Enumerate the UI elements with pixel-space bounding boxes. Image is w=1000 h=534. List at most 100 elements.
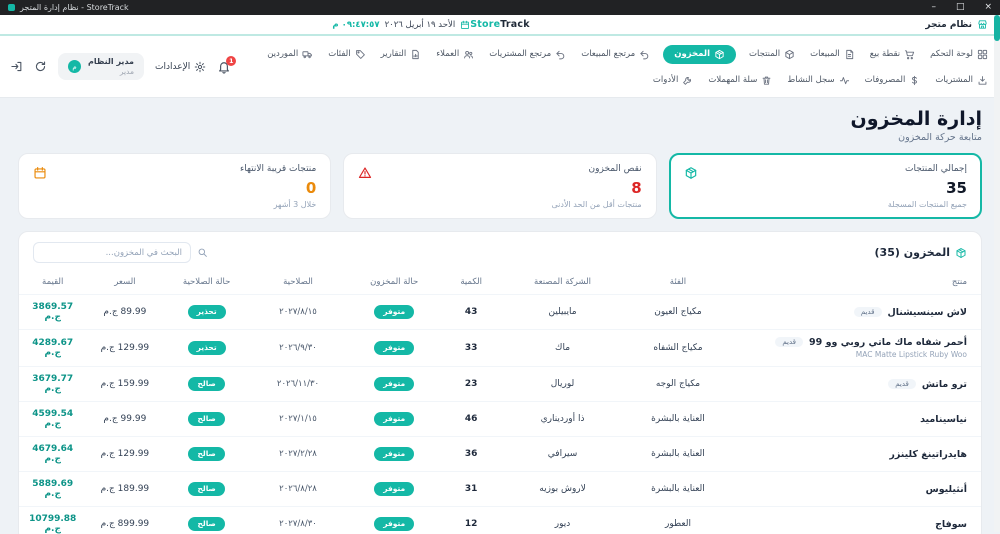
card-value: 0 [240,179,316,197]
nav-item-products[interactable]: المنتجات [747,46,797,63]
nav-item-purchases[interactable]: المشتريات [933,72,990,89]
column-header: القيمة [19,271,86,295]
table-row[interactable]: لاش سينسيشنالقديممكياج العيونمايبيلين43م… [19,295,981,330]
gear-icon [194,61,206,73]
column-header: حالة المخزون [346,271,442,295]
table-row[interactable]: أحمر شفاه ماك ماتي روبي وو 99قديمMAC Mat… [19,330,981,367]
nav-item-returns[interactable]: مرتجع المشتريات [487,46,568,63]
product-name: ترو ماتش [922,379,967,390]
stock-status-badge: متوفر [374,517,414,532]
table-row[interactable]: ترو ماتشقديممكياج الوجهلوريال23متوفر٢٠٢٦… [19,367,981,402]
avatar: م [68,60,81,73]
card-subtitle: خلال 3 أشهر [240,200,316,209]
old-badge: قديم [888,379,916,389]
nav-item-activity[interactable]: سجل النشاط [785,72,851,89]
app-favicon-icon [8,4,15,11]
scrollbar[interactable] [994,15,1000,532]
nav-row-2: المشتريات المصروفات سجل النشاط سلة المهملات… [238,67,990,93]
table-row[interactable]: هايدراتينغ كلينزرالعناية بالبشرةسيرافي36… [19,437,981,472]
expiry-status-badge: تحذير [188,341,226,356]
nav-item-reports[interactable]: التقارير [379,46,424,63]
package-icon [955,247,967,259]
system-label: نظام متجر [925,20,972,30]
activity-icon [839,75,850,86]
products-icon [784,49,795,60]
quantity-cell: 23 [442,367,500,402]
header-date: الأحد ١٩ أبريل ٢٠٢٦ [385,20,456,30]
column-header: الشركة المصنعة [500,271,625,295]
expiry-status-badge: صالح [188,517,224,532]
nav-item-dashboard[interactable]: لوحة التحكم [928,46,990,63]
stock-status-badge: متوفر [374,482,414,497]
page-subtitle: متابعة حركة المخزون [18,132,982,143]
stat-card-near-expiry[interactable]: منتجات قريبة الانتهاء 0 خلال 3 أشهر [18,153,331,219]
manufacturer-cell: لوريال [500,367,625,402]
table-row[interactable]: نياسيناميدالعناية بالبشرةذا أورديناري46م… [19,402,981,437]
nav-item-suppliers[interactable]: الموردين [265,46,315,63]
product-name: أحمر شفاه ماك ماتي روبي وو 99 [809,337,967,348]
logout-icon[interactable] [10,60,23,73]
minimize-button[interactable]: – [931,3,936,12]
table-row[interactable]: سوفاجالعطورديور12متوفر٢٠٢٧/٨/٣٠صالح899.9… [19,507,981,534]
reports-icon [410,49,421,60]
table-row[interactable]: أنثيليوسالعناية بالبشرةلاروش بوزيه31متوف… [19,472,981,507]
inventory-card: المخزون (35) منتجالفئةالشركة المصنعةالكم… [18,231,982,534]
nav-item-expenses[interactable]: المصروفات [863,72,923,89]
expiry-cell: ٢٠٢٧/٨/١٥ [250,295,346,330]
close-button[interactable]: × [984,3,992,12]
scrollbar-thumb[interactable] [994,15,1000,41]
nav-actions: مدير النظام مدير م الإعدادات 1 [10,36,231,97]
search-input[interactable] [33,242,191,263]
nav-item-categories[interactable]: الفئات [326,46,367,63]
main-nav: لوحة التحكم نقطة بيع المبيعات المنتجات المخز… [0,36,1000,98]
calendar-icon [460,20,470,30]
returns-icon [639,49,650,60]
value-cell: 3869.57 ج.م [19,295,86,330]
brand-logo: StoreTrack [470,19,530,30]
column-header: الكمية [442,271,500,295]
expiry-status-badge: صالح [188,447,224,462]
value-cell: 10799.88 ج.م [19,507,86,534]
settings-label: الإعدادات [155,62,190,72]
inventory-icon [684,166,698,180]
maximize-button[interactable]: □ [956,3,965,12]
nav-row-1: لوحة التحكم نقطة بيع المبيعات المنتجات المخز… [238,41,990,67]
product-name: لاش سينسيشنال [888,307,968,318]
sales-icon [844,49,855,60]
stock-status-badge: متوفر [374,341,414,356]
price-cell: 129.99 ج.م [86,437,163,472]
notifications-button[interactable]: 1 [217,60,231,74]
manufacturer-cell: لاروش بوزيه [500,472,625,507]
stock-status-badge: متوفر [374,447,414,462]
stat-card-low-stock[interactable]: نقص المخزون8منتجات أقل من الحد الأدنى [343,153,656,219]
quantity-cell: 31 [442,472,500,507]
card-title: منتجات قريبة الانتهاء [240,164,316,174]
trash-icon [761,75,772,86]
price-cell: 189.99 ج.م [86,472,163,507]
nav-item-pos[interactable]: نقطة بيع [868,46,917,63]
categories-icon [355,49,366,60]
nav-item-trash[interactable]: سلة المهملات [706,72,774,89]
product-name: سوفاج [935,519,967,530]
nav-item-returns[interactable]: مرتجع المبيعات [579,46,652,63]
card-subtitle: منتجات أقل من الحد الأدنى [552,200,642,209]
column-header: السعر [86,271,163,295]
price-cell: 159.99 ج.م [86,367,163,402]
refresh-icon[interactable] [34,60,47,73]
expiry-cell: ٢٠٢٧/١/١٥ [250,402,346,437]
quantity-cell: 12 [442,507,500,534]
nav-item-tools[interactable]: الأدوات [651,72,695,89]
tools-icon [682,75,693,86]
stat-card-total-products[interactable]: إجمالي المنتجات35جميع المنتجات المسجلة [669,153,982,219]
expiry-cell: ٢٠٢٧/٨/٣٠ [250,507,346,534]
nav-item-sales[interactable]: المبيعات [808,46,857,63]
settings-button[interactable]: الإعدادات [155,61,206,73]
user-chip[interactable]: مدير النظام مدير م [58,53,144,80]
value-cell: 5889.69 ج.م [19,472,86,507]
quantity-cell: 33 [442,330,500,367]
notification-badge: 1 [226,56,236,66]
dashboard-icon [977,49,988,60]
price-cell: 89.99 ج.م [86,295,163,330]
nav-item-customers[interactable]: العملاء [434,46,476,63]
nav-item-inventory-active[interactable]: المخزون [663,45,736,64]
